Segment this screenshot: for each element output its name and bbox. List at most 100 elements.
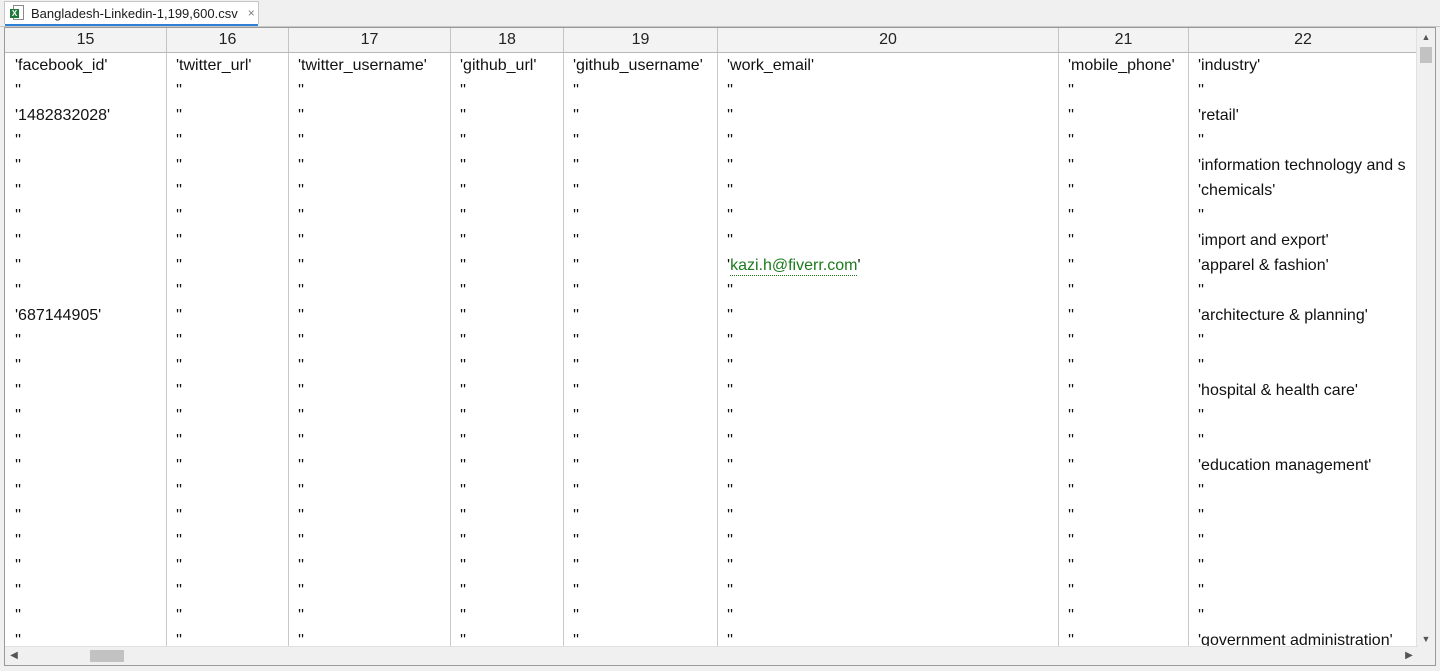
table-cell[interactable]: ''	[718, 378, 1059, 403]
column-header-16[interactable]: 16	[167, 28, 289, 52]
table-cell[interactable]: ''	[167, 503, 289, 528]
table-cell[interactable]: ''	[1189, 78, 1418, 103]
table-cell[interactable]: ''	[564, 253, 718, 278]
table-cell[interactable]: ''	[5, 128, 167, 153]
table-cell[interactable]: ''	[451, 128, 564, 153]
close-icon[interactable]: ×	[248, 6, 255, 20]
vertical-scrollbar[interactable]: ▲ ▼	[1416, 28, 1435, 648]
table-cell[interactable]: ''	[289, 578, 451, 603]
table-cell[interactable]: ''	[451, 78, 564, 103]
column-header-21[interactable]: 21	[1059, 28, 1189, 52]
table-cell[interactable]: 'chemicals'	[1189, 178, 1418, 203]
table-cell[interactable]: ''	[451, 278, 564, 303]
table-cell[interactable]: ''	[564, 278, 718, 303]
table-cell[interactable]: ''	[451, 353, 564, 378]
table-cell[interactable]: ''	[451, 303, 564, 328]
table-cell[interactable]: 'twitter_username'	[289, 53, 451, 78]
table-cell[interactable]: ''	[5, 153, 167, 178]
table-cell[interactable]: 'apparel & fashion'	[1189, 253, 1418, 278]
column-header-22[interactable]: 22	[1189, 28, 1418, 52]
table-cell[interactable]: ''	[167, 553, 289, 578]
table-cell[interactable]: ''	[5, 478, 167, 503]
table-cell[interactable]: ''	[451, 528, 564, 553]
table-cell[interactable]: 'education management'	[1189, 453, 1418, 478]
table-cell[interactable]: ''	[1059, 628, 1189, 648]
table-cell[interactable]: ''	[1059, 528, 1189, 553]
table-cell[interactable]: ''	[1189, 278, 1418, 303]
table-cell[interactable]: ''	[1059, 203, 1189, 228]
table-cell[interactable]: ''	[564, 328, 718, 353]
table-cell[interactable]: ''	[564, 303, 718, 328]
table-cell[interactable]: ''	[1189, 578, 1418, 603]
table-cell[interactable]: ''	[1189, 603, 1418, 628]
scroll-right-icon[interactable]: ▶	[1402, 647, 1416, 665]
table-cell[interactable]: ''	[167, 278, 289, 303]
table-cell[interactable]: ''	[564, 453, 718, 478]
table-cell[interactable]: ''	[5, 328, 167, 353]
table-cell[interactable]: ''	[718, 528, 1059, 553]
table-cell[interactable]: ''	[1059, 78, 1189, 103]
table-cell[interactable]: ''	[451, 203, 564, 228]
table-cell[interactable]: ''	[451, 178, 564, 203]
table-cell[interactable]: ''	[564, 153, 718, 178]
table-cell[interactable]: ''	[1059, 103, 1189, 128]
table-cell[interactable]: ''	[289, 478, 451, 503]
table-cell[interactable]: ''	[1059, 328, 1189, 353]
table-cell[interactable]: 'github_username'	[564, 53, 718, 78]
table-cell[interactable]: ''	[289, 203, 451, 228]
table-cell[interactable]: 'kazi.h@fiverr.com'	[718, 253, 1059, 278]
table-cell[interactable]: '687144905'	[5, 303, 167, 328]
table-cell[interactable]: ''	[564, 353, 718, 378]
table-cell[interactable]: ''	[718, 203, 1059, 228]
table-cell[interactable]: ''	[1189, 353, 1418, 378]
table-cell[interactable]: ''	[451, 553, 564, 578]
table-cell[interactable]: ''	[1189, 528, 1418, 553]
table-cell[interactable]: 'facebook_id'	[5, 53, 167, 78]
table-cell[interactable]: 'retail'	[1189, 103, 1418, 128]
vertical-scroll-thumb[interactable]	[1420, 47, 1432, 63]
table-cell[interactable]: ''	[451, 378, 564, 403]
column-header-19[interactable]: 19	[564, 28, 718, 52]
table-cell[interactable]: ''	[1059, 403, 1189, 428]
table-cell[interactable]: ''	[564, 178, 718, 203]
table-cell[interactable]: ''	[718, 503, 1059, 528]
table-cell[interactable]: ''	[718, 228, 1059, 253]
table-cell[interactable]: 'information technology and s	[1189, 153, 1418, 178]
table-cell[interactable]: ''	[5, 503, 167, 528]
table-cell[interactable]: ''	[718, 128, 1059, 153]
table-cell[interactable]: 'architecture & planning'	[1189, 303, 1418, 328]
table-cell[interactable]: '1482832028'	[5, 103, 167, 128]
table-cell[interactable]: ''	[167, 603, 289, 628]
table-cell[interactable]: ''	[5, 78, 167, 103]
table-cell[interactable]: ''	[5, 578, 167, 603]
table-cell[interactable]: ''	[564, 428, 718, 453]
table-cell[interactable]: ''	[564, 628, 718, 648]
table-cell[interactable]: ''	[1189, 553, 1418, 578]
table-cell[interactable]: ''	[718, 103, 1059, 128]
table-cell[interactable]: ''	[564, 478, 718, 503]
table-cell[interactable]: ''	[718, 178, 1059, 203]
table-cell[interactable]: 'mobile_phone'	[1059, 53, 1189, 78]
table-cell[interactable]: ''	[1059, 153, 1189, 178]
table-cell[interactable]: ''	[451, 478, 564, 503]
table-cell[interactable]: ''	[289, 78, 451, 103]
table-cell[interactable]: ''	[167, 453, 289, 478]
table-cell[interactable]: ''	[167, 153, 289, 178]
table-cell[interactable]: ''	[451, 503, 564, 528]
table-cell[interactable]: ''	[167, 128, 289, 153]
table-cell[interactable]: ''	[1059, 603, 1189, 628]
table-cell[interactable]: ''	[289, 103, 451, 128]
table-cell[interactable]: ''	[289, 428, 451, 453]
table-cell[interactable]: ''	[564, 78, 718, 103]
table-cell[interactable]: ''	[289, 453, 451, 478]
table-cell[interactable]: ''	[5, 228, 167, 253]
horizontal-scrollbar[interactable]: ◀ ▶	[5, 646, 1418, 665]
table-cell[interactable]: ''	[1189, 403, 1418, 428]
column-header-18[interactable]: 18	[451, 28, 564, 52]
table-cell[interactable]: ''	[718, 478, 1059, 503]
table-cell[interactable]: ''	[564, 378, 718, 403]
table-cell[interactable]: ''	[289, 178, 451, 203]
table-cell[interactable]: ''	[289, 403, 451, 428]
table-cell[interactable]: 'industry'	[1189, 53, 1418, 78]
table-cell[interactable]: ''	[1189, 128, 1418, 153]
